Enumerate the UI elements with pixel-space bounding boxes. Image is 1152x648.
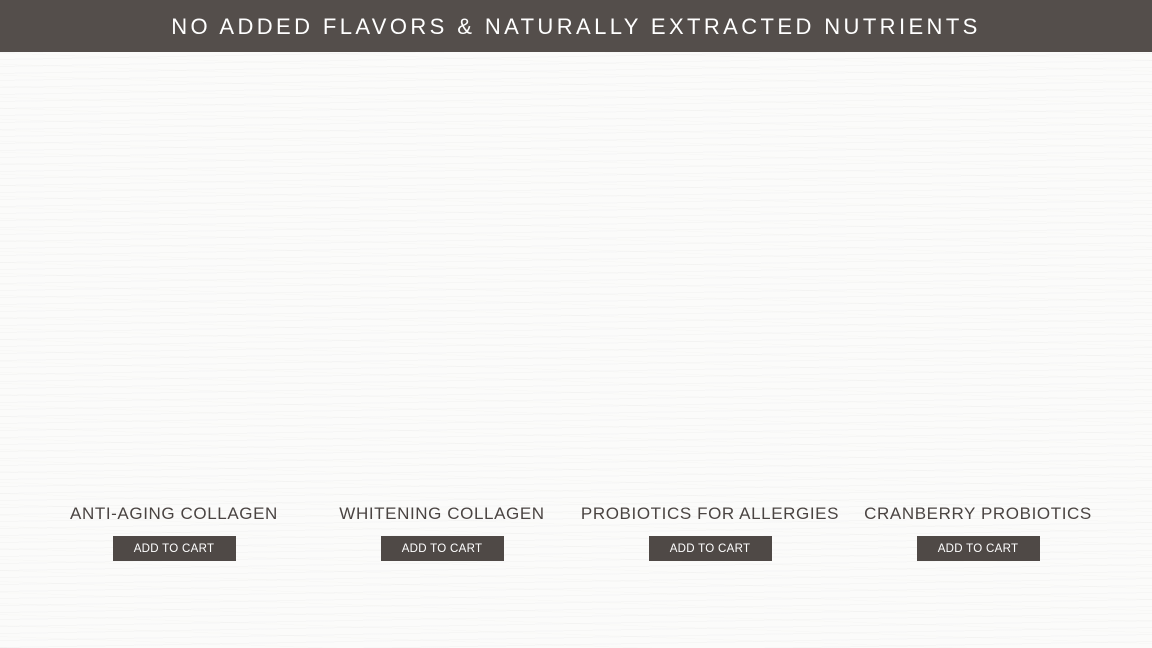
announcement-banner: NO ADDED FLAVORS & NATURALLY EXTRACTED N… <box>0 0 1152 52</box>
add-to-cart-button[interactable]: ADD TO CART <box>380 536 504 561</box>
product-title[interactable]: WHITENING COLLAGEN <box>339 503 544 525</box>
product-title[interactable]: PROBIOTICS FOR ALLERGIES <box>581 503 839 525</box>
product-list: ANTI-AGING COLLAGEN ADD TO CART WHITENIN… <box>40 503 1112 573</box>
product-card-probiotics-for-allergies: PROBIOTICS FOR ALLERGIES ADD TO CART <box>576 503 844 573</box>
product-title[interactable]: CRANBERRY PROBIOTICS <box>864 503 1092 525</box>
add-to-cart-button[interactable]: ADD TO CART <box>112 536 236 561</box>
product-card-cranberry-probiotics: CRANBERRY PROBIOTICS ADD TO CART <box>844 503 1112 573</box>
product-card-anti-aging-collagen: ANTI-AGING COLLAGEN ADD TO CART <box>40 503 308 573</box>
add-to-cart-button[interactable]: ADD TO CART <box>648 536 772 561</box>
announcement-text: NO ADDED FLAVORS & NATURALLY EXTRACTED N… <box>171 14 981 39</box>
product-title[interactable]: ANTI-AGING COLLAGEN <box>70 503 278 525</box>
add-to-cart-button[interactable]: ADD TO CART <box>916 536 1040 561</box>
product-card-whitening-collagen: WHITENING COLLAGEN ADD TO CART <box>308 503 576 573</box>
